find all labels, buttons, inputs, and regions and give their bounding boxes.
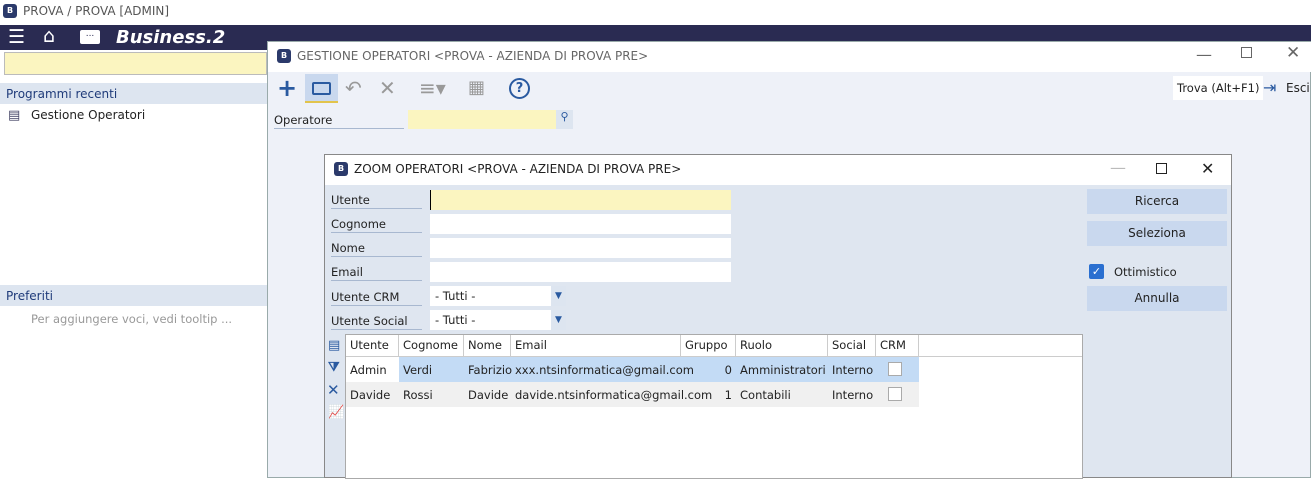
nome-input[interactable] <box>430 238 731 258</box>
cell-utente: Davide <box>350 388 391 402</box>
calendar-icon[interactable]: ▦ <box>468 77 485 98</box>
window-title: GESTIONE OPERATORI <PROVA - AZIENDA DI P… <box>297 49 649 63</box>
favorites-placeholder: Per aggiungere voci, vedi tooltip ... <box>31 312 233 326</box>
zoom-operatori-dialog: B ZOOM OPERATORI <PROVA - AZIENDA DI PRO… <box>324 154 1232 479</box>
ottimistico-checkbox[interactable]: ✓ <box>1089 264 1104 279</box>
annulla-button[interactable]: Annulla <box>1087 286 1227 311</box>
col-cognome[interactable]: Cognome <box>399 335 464 357</box>
utente-social-value: - Tutti - <box>435 313 476 327</box>
cognome-input[interactable] <box>430 214 731 234</box>
crm-checkbox[interactable] <box>888 362 902 376</box>
new-icon[interactable]: + <box>277 74 297 102</box>
program-search-input[interactable] <box>4 52 267 75</box>
favorites-header: Preferiti <box>0 285 267 306</box>
col-ruolo[interactable]: Ruolo <box>736 335 828 357</box>
cell-cognome: Rossi <box>403 388 433 402</box>
cell-gruppo: 0 <box>724 363 732 377</box>
chart-icon[interactable]: 📈 <box>328 405 344 420</box>
table-row[interactable]: Admin Verdi Fabrizio xxx.ntsinformatica@… <box>346 357 919 382</box>
utente-crm-value: - Tutti - <box>435 289 476 303</box>
grid-header: Utente Cognome Nome Email Gruppo Ruolo S… <box>346 335 1082 357</box>
col-nome[interactable]: Nome <box>464 335 511 357</box>
cell-ruolo: Amministratori <box>740 363 826 377</box>
app-title: PROVA / PROVA [ADMIN] <box>23 4 170 18</box>
col-crm[interactable]: CRM <box>876 335 919 357</box>
dialog-logo: B <box>334 162 348 176</box>
ricerca-button[interactable]: Ricerca <box>1087 189 1227 214</box>
cell-email: xxx.ntsinformatica@gmail.com <box>515 363 694 377</box>
cell-cognome: Verdi <box>403 363 433 377</box>
cell-utente: Admin <box>346 357 399 382</box>
menu-icon[interactable]: ☰ <box>8 26 25 48</box>
program-icon: ▤ <box>8 108 21 123</box>
utente-crm-select[interactable]: - Tutti - ▼ <box>430 286 566 306</box>
cell-ruolo: Contabili <box>740 388 791 402</box>
list-menu-icon[interactable]: ≡▾ <box>419 76 446 100</box>
close-button[interactable]: ✕ <box>1286 43 1300 63</box>
dialog-close-button[interactable]: ✕ <box>1201 159 1214 178</box>
exit-icon[interactable]: ⇥ <box>1263 78 1276 97</box>
table-row[interactable]: Davide Rossi Davide davide.ntsinformatic… <box>346 382 919 407</box>
dialog-minimize-button[interactable]: — <box>1110 158 1126 177</box>
undo-icon[interactable]: ↶ <box>345 76 362 100</box>
ottimistico-label: Ottimistico <box>1114 265 1177 279</box>
home-icon[interactable]: ⌂ <box>43 25 55 47</box>
cell-gruppo: 1 <box>724 388 732 402</box>
col-email[interactable]: Email <box>511 335 681 357</box>
operator-input[interactable] <box>408 110 556 129</box>
dialog-title: ZOOM OPERATORI <PROVA - AZIENDA DI PROVA… <box>354 162 682 176</box>
utente-crm-label: Utente CRM <box>331 287 422 306</box>
col-utente[interactable]: Utente <box>346 335 399 357</box>
minimize-button[interactable]: — <box>1196 45 1212 64</box>
cell-social: Interno <box>832 363 874 377</box>
chevron-down-icon[interactable]: ▼ <box>551 286 566 306</box>
nome-label: Nome <box>331 238 422 257</box>
operators-grid: Utente Cognome Nome Email Gruppo Ruolo S… <box>345 334 1083 479</box>
utente-social-label: Utente Social <box>331 311 422 330</box>
recent-header: Programmi recenti <box>0 83 267 104</box>
email-label: Email <box>331 262 422 281</box>
find-button[interactable]: Trova (Alt+F1) <box>1173 76 1264 100</box>
filter-icon[interactable]: ⧩ <box>328 360 340 375</box>
operator-label: Operatore <box>274 110 404 129</box>
cell-nome: Davide <box>468 388 509 402</box>
seleziona-button[interactable]: Seleziona <box>1087 221 1227 246</box>
email-input[interactable] <box>430 262 731 282</box>
cognome-label: Cognome <box>331 214 422 233</box>
app-logo: B <box>3 4 17 18</box>
folder-icon <box>312 82 331 95</box>
dialog-maximize-button[interactable] <box>1156 163 1167 174</box>
open-button[interactable] <box>305 74 338 103</box>
brand-logo: Business.2 <box>116 27 226 48</box>
grid-columns-icon[interactable]: ▤ <box>328 338 340 353</box>
clear-filter-icon[interactable]: ✕ <box>327 381 340 399</box>
cell-social: Interno <box>832 388 874 402</box>
chat-icon[interactable]: ... <box>80 30 100 44</box>
utente-social-select[interactable]: - Tutti - ▼ <box>430 310 566 330</box>
utente-input[interactable] <box>430 190 731 210</box>
recent-item[interactable]: Gestione Operatori <box>31 108 145 122</box>
maximize-button[interactable] <box>1241 47 1252 58</box>
crm-checkbox[interactable] <box>888 387 902 401</box>
exit-button[interactable]: Esci <box>1286 81 1310 95</box>
col-social[interactable]: Social <box>828 335 876 357</box>
delete-icon[interactable]: ✕ <box>379 76 396 100</box>
chevron-down-icon[interactable]: ▼ <box>551 310 566 330</box>
operator-search-icon[interactable]: ⚲ <box>556 110 573 129</box>
window-logo: B <box>277 49 291 63</box>
help-icon[interactable]: ? <box>509 78 530 99</box>
cell-nome: Fabrizio <box>468 363 513 377</box>
col-gruppo[interactable]: Gruppo <box>681 335 736 357</box>
utente-label: Utente <box>331 190 422 209</box>
